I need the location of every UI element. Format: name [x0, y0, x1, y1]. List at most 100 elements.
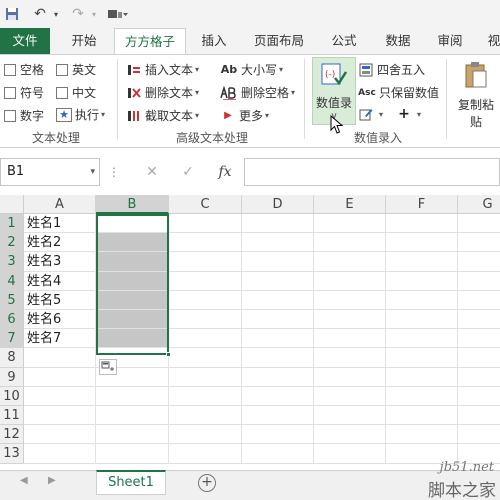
cell-g10[interactable]: [458, 387, 500, 406]
cell-e11[interactable]: [314, 406, 386, 426]
cell-b4[interactable]: [96, 271, 169, 291]
cell-g6[interactable]: [458, 310, 500, 330]
cell-c5[interactable]: [169, 290, 242, 310]
cell-d5[interactable]: [242, 290, 314, 310]
cell-e5[interactable]: [314, 290, 386, 310]
formula-input[interactable]: [244, 158, 500, 186]
cell-f3[interactable]: [386, 252, 458, 272]
cell-a10[interactable]: [24, 386, 96, 406]
next-sheet-icon[interactable]: ▶: [48, 475, 56, 486]
column-header-b[interactable]: B: [96, 195, 169, 214]
row-header-10[interactable]: 10: [0, 386, 24, 406]
cell-f2[interactable]: [386, 233, 458, 253]
prev-sheet-icon[interactable]: ◀: [20, 475, 28, 486]
cell-c7[interactable]: [169, 329, 242, 349]
tab-fangfang[interactable]: 方方格子: [114, 28, 186, 55]
checkbox-symbol[interactable]: 符号: [4, 84, 44, 101]
checkbox-space[interactable]: 空格: [4, 61, 44, 78]
add-sheet-button[interactable]: +: [198, 474, 216, 492]
cell-g4[interactable]: [458, 272, 500, 291]
cell-c11[interactable]: [169, 406, 242, 426]
row-header-6[interactable]: 6: [0, 310, 24, 330]
redo-dropdown-icon[interactable]: ▾: [88, 4, 100, 24]
column-header-f[interactable]: F: [386, 195, 458, 214]
cell-c4[interactable]: [169, 271, 242, 291]
checkbox-chinese[interactable]: 中文: [56, 84, 96, 101]
checkbox-number[interactable]: 数字: [4, 107, 44, 124]
cell-g8[interactable]: [458, 348, 500, 368]
cancel-icon[interactable]: ✕: [140, 158, 164, 186]
cell-a12[interactable]: [24, 425, 96, 445]
cell-f12[interactable]: [386, 425, 458, 445]
tab-view[interactable]: 视: [484, 28, 500, 54]
cell-g3[interactable]: [458, 252, 500, 272]
cell-d1[interactable]: [242, 214, 314, 234]
enter-icon[interactable]: ✓: [176, 158, 200, 186]
cell-g11[interactable]: [458, 406, 500, 426]
cell-d3[interactable]: [242, 252, 314, 272]
keep-value-button[interactable]: Asc 只保留数值: [358, 84, 439, 101]
cell-a11[interactable]: [24, 406, 96, 426]
cell-f8[interactable]: [386, 348, 458, 368]
row-header-1[interactable]: 1: [0, 214, 24, 234]
cell-f4[interactable]: [386, 271, 458, 291]
cell-f7[interactable]: [386, 329, 458, 349]
tab-file[interactable]: 文件: [0, 28, 50, 54]
case-button[interactable]: Ab 大小写 ▾: [220, 61, 283, 78]
cell-d12[interactable]: [242, 425, 314, 445]
tab-data[interactable]: 数据: [376, 28, 420, 54]
round-button[interactable]: 四舍五入: [358, 61, 425, 78]
more-button[interactable]: ▶ 更多 ▾: [220, 107, 269, 124]
cell-a8[interactable]: [24, 348, 96, 368]
row-header-13[interactable]: 13: [0, 444, 24, 464]
cell-a9[interactable]: [24, 367, 96, 387]
cell-d7[interactable]: [242, 329, 314, 349]
checkbox-english[interactable]: 英文: [56, 61, 96, 78]
cell-a4[interactable]: 姓名4: [24, 271, 96, 291]
cell-d10[interactable]: [242, 386, 314, 406]
column-header-a[interactable]: A: [24, 195, 96, 214]
row-header-8[interactable]: 8: [0, 348, 24, 368]
cell-d4[interactable]: [242, 271, 314, 291]
cell-a5[interactable]: 姓名5: [24, 290, 96, 310]
row-header-9[interactable]: 9: [0, 367, 24, 387]
cell-b3[interactable]: [96, 252, 169, 272]
cell-c8[interactable]: [169, 348, 242, 368]
cell-f1[interactable]: [386, 214, 458, 234]
save-icon[interactable]: [2, 4, 22, 24]
cell-d2[interactable]: [242, 233, 314, 253]
cell-b5[interactable]: [96, 290, 169, 310]
row-header-5[interactable]: 5: [0, 290, 24, 310]
cell-g9[interactable]: [458, 368, 500, 387]
cell-b1[interactable]: [96, 214, 169, 234]
cell-d6[interactable]: [242, 310, 314, 330]
cell-e3[interactable]: [314, 252, 386, 272]
cell-a1[interactable]: 姓名1: [24, 214, 96, 234]
row-header-3[interactable]: 3: [0, 252, 24, 272]
quick-analysis-icon[interactable]: [99, 359, 117, 375]
insert-text-button[interactable]: 插入文本 ▾: [126, 61, 199, 78]
cell-a2[interactable]: 姓名2: [24, 233, 96, 253]
cell-e7[interactable]: [314, 329, 386, 349]
cell-c12[interactable]: [169, 425, 242, 445]
cell-b11[interactable]: [96, 406, 169, 426]
cell-c6[interactable]: [169, 310, 242, 330]
row-header-7[interactable]: 7: [0, 329, 24, 349]
cell-a7[interactable]: 姓名7: [24, 329, 96, 349]
cell-g5[interactable]: [458, 291, 500, 310]
undo-dropdown-icon[interactable]: ▾: [50, 4, 62, 24]
fill-handle[interactable]: [166, 352, 171, 357]
cell-f5[interactable]: [386, 290, 458, 310]
execute-button[interactable]: ★ 执行 ▾: [56, 106, 105, 123]
cell-a6[interactable]: 姓名6: [24, 310, 96, 330]
cell-a13[interactable]: [24, 444, 96, 464]
cell-e12[interactable]: [314, 425, 386, 445]
cell-f11[interactable]: [386, 406, 458, 426]
column-header-c[interactable]: C: [169, 195, 242, 214]
cell-b2[interactable]: [96, 233, 169, 253]
cell-d11[interactable]: [242, 406, 314, 426]
cell-c10[interactable]: [169, 386, 242, 406]
edit-tool-button[interactable]: ▾: [358, 107, 383, 121]
row-header-4[interactable]: 4: [0, 271, 24, 291]
redo-icon[interactable]: ↷: [68, 4, 88, 24]
